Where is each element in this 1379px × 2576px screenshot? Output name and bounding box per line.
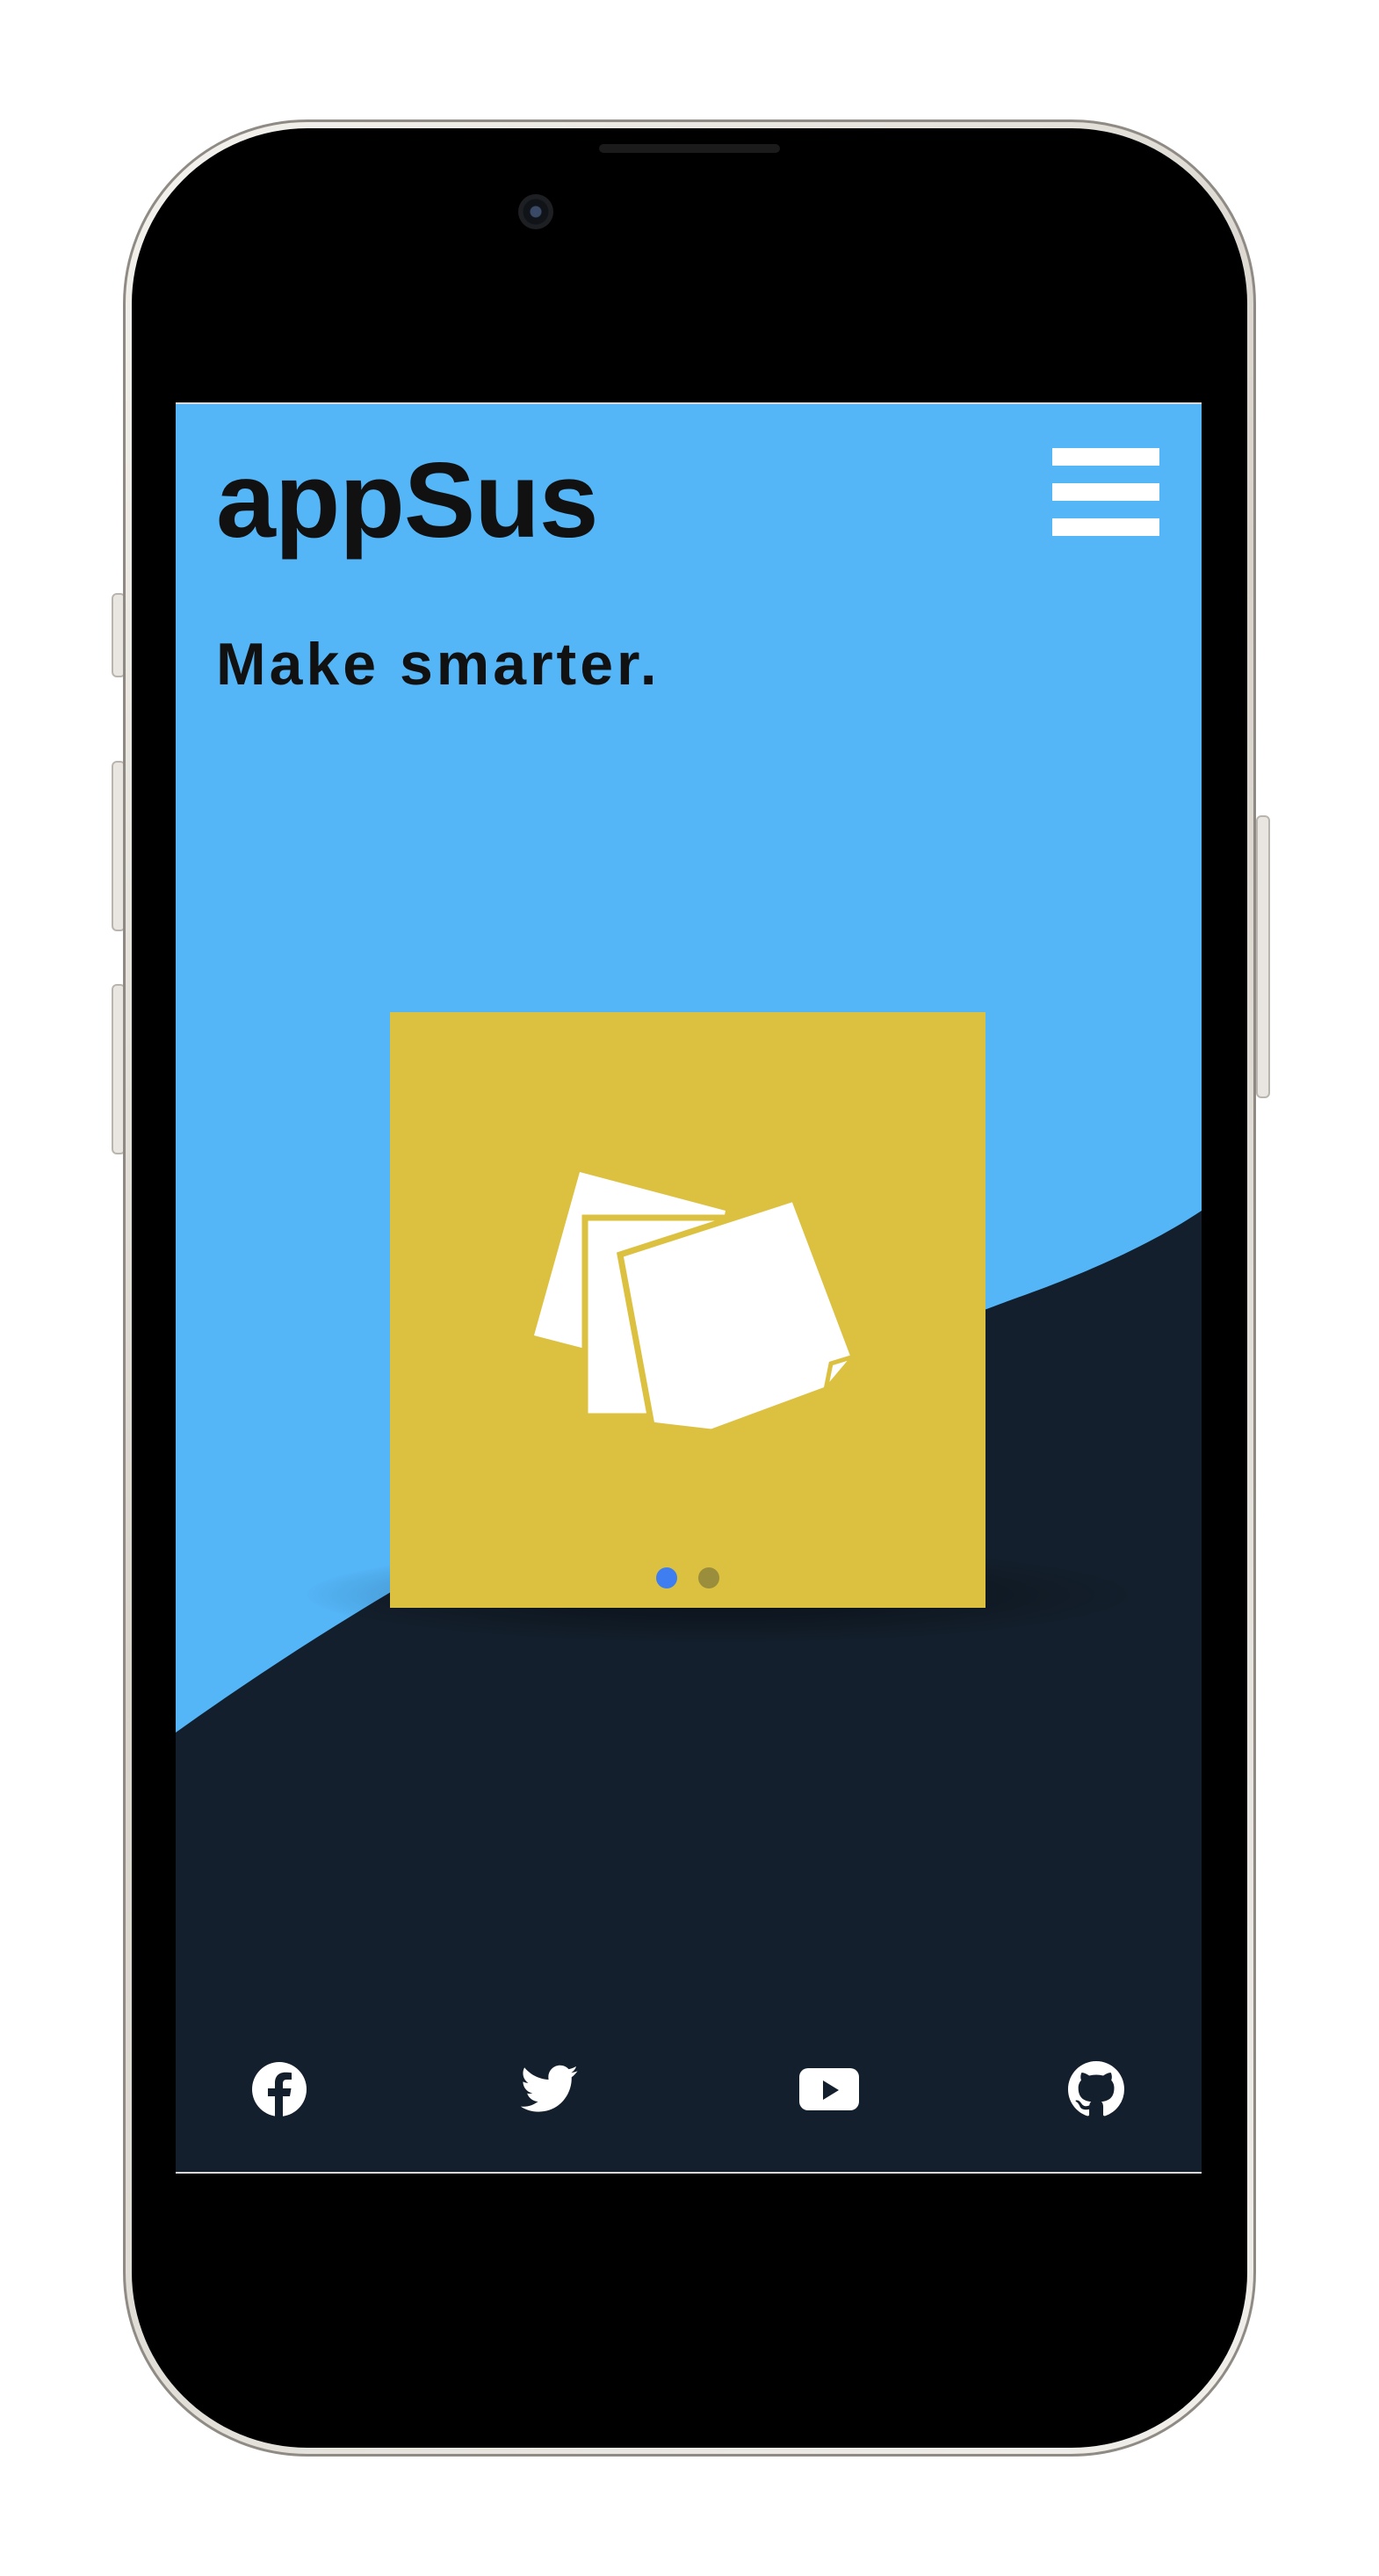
tagline: Make smarter. [216, 631, 661, 698]
menu-bar-top [1052, 448, 1159, 466]
brand-logo-text: appSus [216, 440, 599, 560]
carousel-dot-2[interactable] [698, 1567, 719, 1588]
github-icon [1068, 2061, 1124, 2117]
youtube-link[interactable] [794, 2054, 864, 2124]
facebook-icon [252, 2062, 307, 2117]
hamburger-menu-button[interactable] [1052, 448, 1159, 536]
carousel-dot-1[interactable] [656, 1567, 677, 1588]
menu-bar-bottom [1052, 518, 1159, 536]
menu-bar-middle [1052, 483, 1159, 501]
social-links-footer [176, 2054, 1202, 2124]
front-camera-icon [518, 194, 553, 229]
github-link[interactable] [1061, 2054, 1131, 2124]
twitter-link[interactable] [515, 2054, 585, 2124]
earpiece-speaker [599, 144, 780, 153]
facebook-link[interactable] [244, 2054, 314, 2124]
twitter-icon [521, 2065, 578, 2112]
power-button [1256, 815, 1270, 1098]
carousel-indicators [390, 1567, 986, 1590]
sticky-notes-icon [534, 1172, 861, 1436]
app-screen: appSus Make smarter. [176, 402, 1202, 2174]
carousel-slide[interactable] [390, 1012, 986, 1608]
youtube-icon [799, 2068, 859, 2110]
device-mockup: appSus Make smarter. [0, 0, 1379, 2576]
